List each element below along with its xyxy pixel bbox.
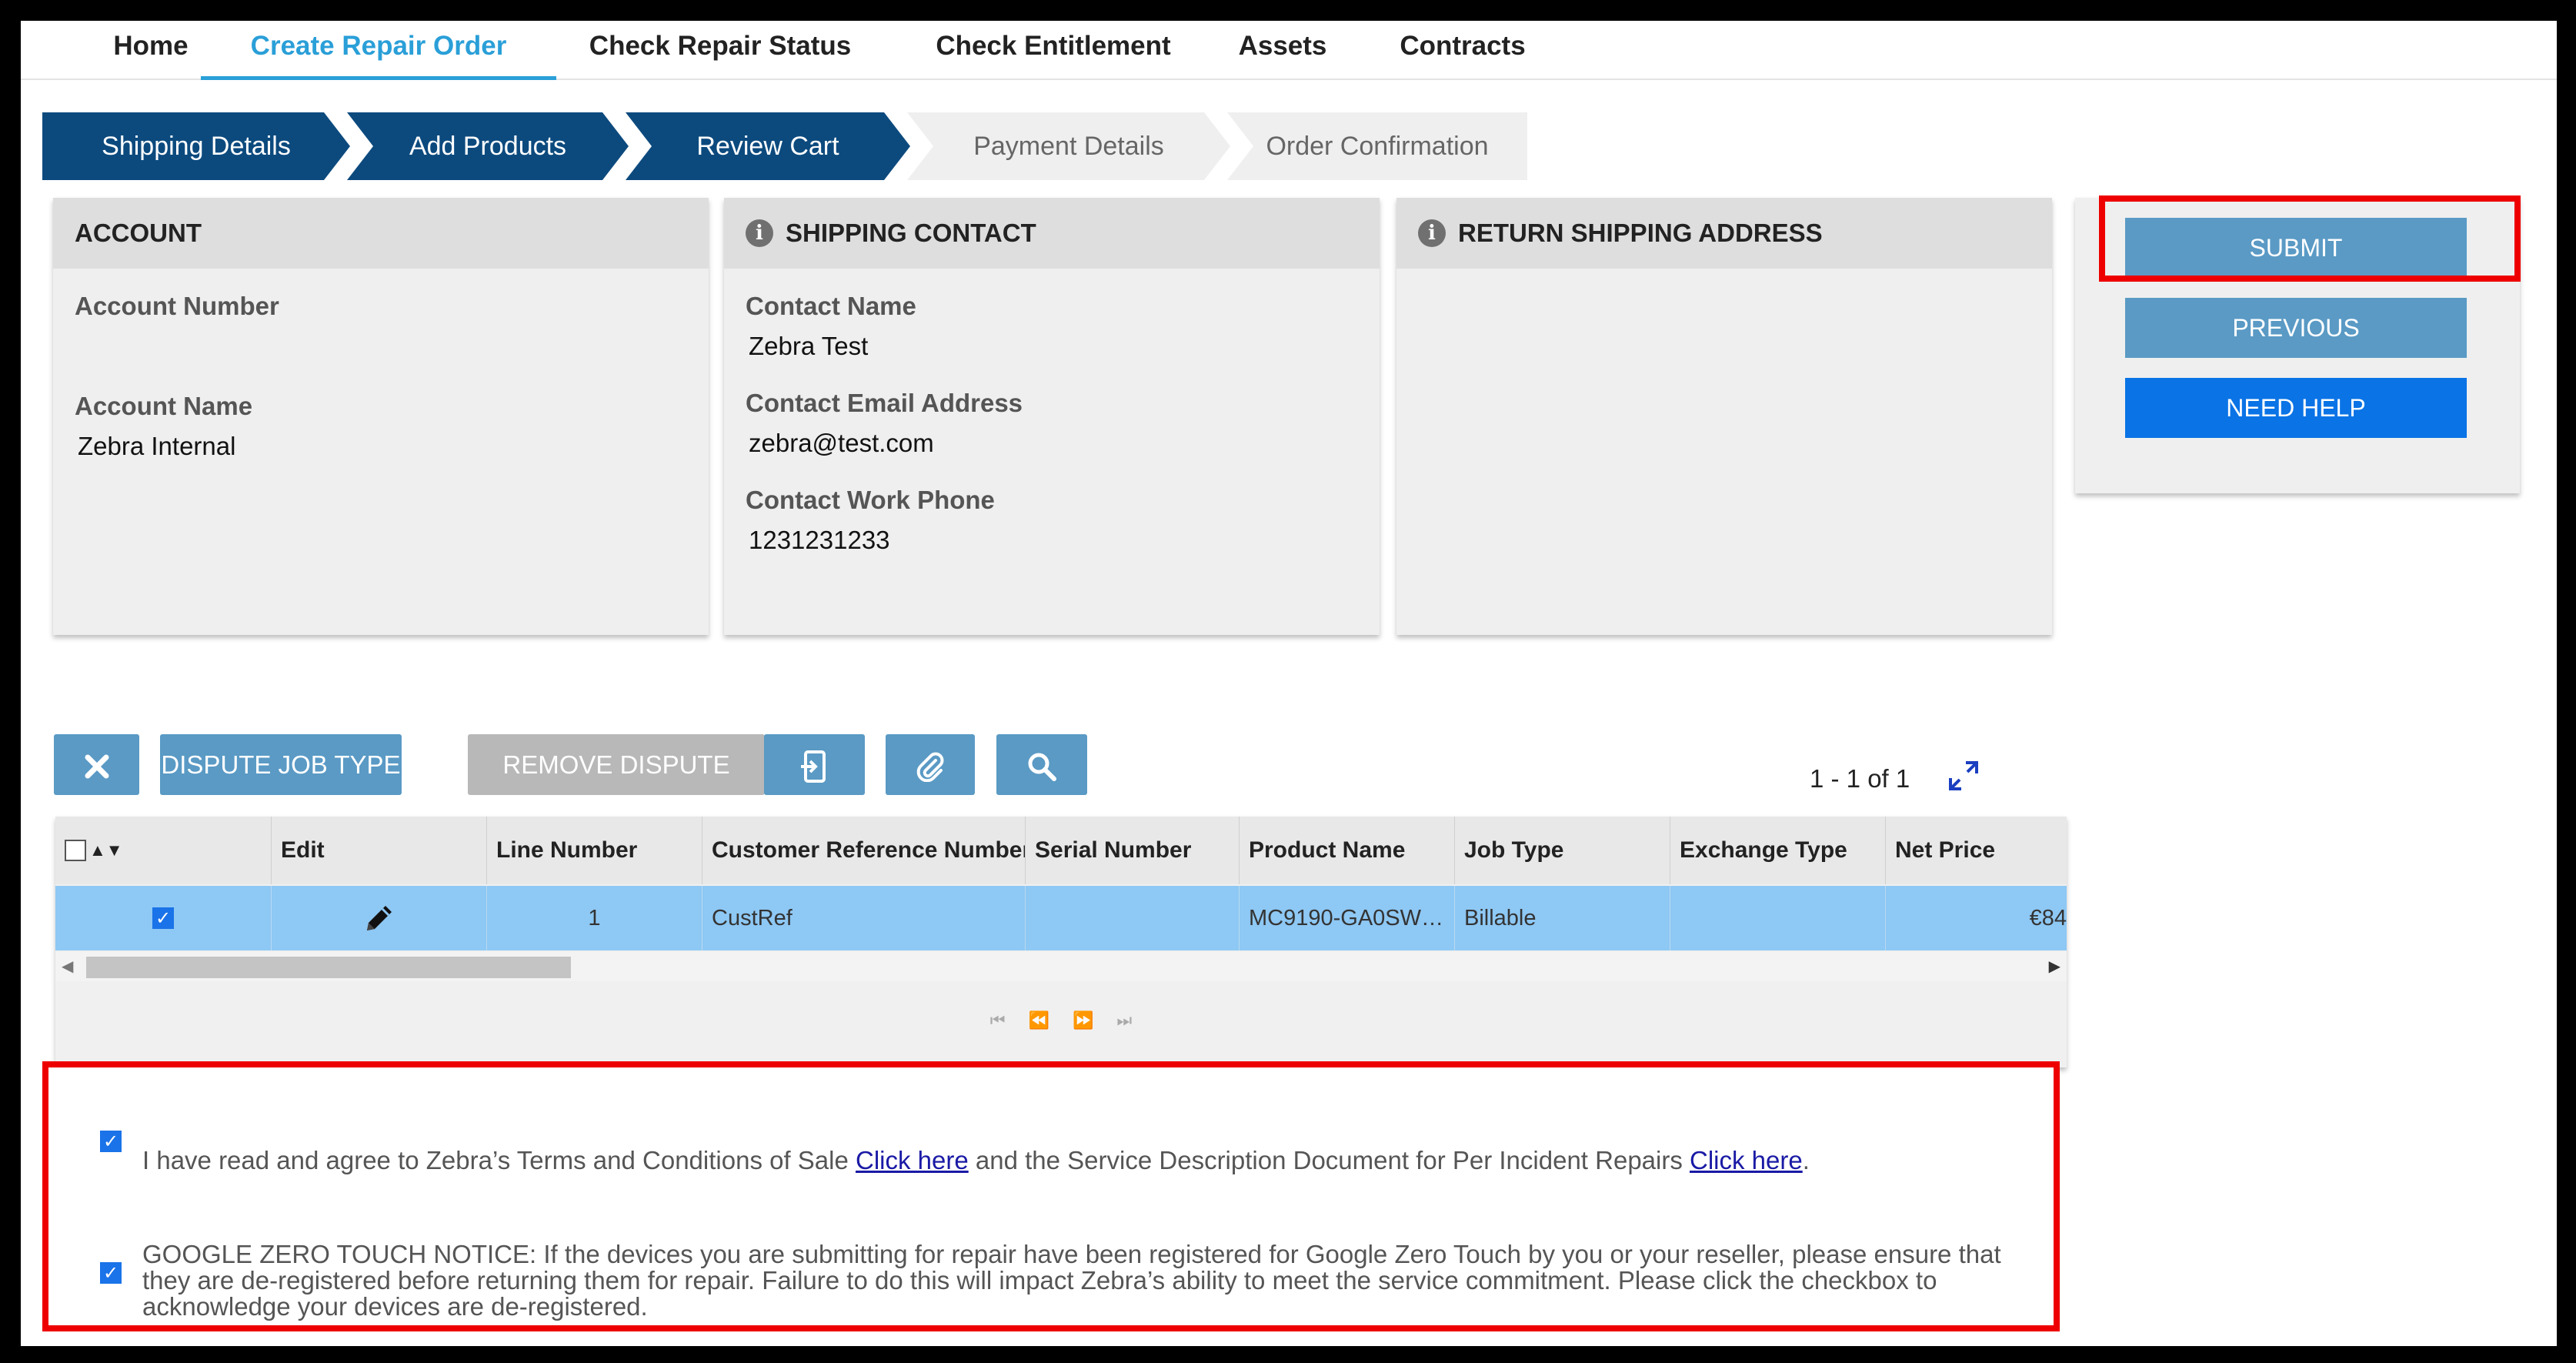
search-icon (1028, 753, 1056, 782)
account-panel-title: ACCOUNT (53, 198, 709, 269)
column-serial-number[interactable]: Serial Number (1026, 817, 1240, 884)
step-add-products[interactable]: Add Products (347, 112, 629, 180)
app-frame: Home Create Repair Order Check Repair St… (21, 21, 2557, 1346)
attachment-icon (916, 752, 944, 783)
column-exchange-type[interactable]: Exchange Type (1670, 817, 1886, 884)
contact-email-label: Contact Email Address (746, 389, 1023, 417)
account-number-value (78, 332, 709, 359)
select-all-header: ▲▼ (55, 817, 272, 884)
pager-count: 1 - 1 of 1 (1810, 764, 1910, 793)
line-items-table: ▲▼ Edit Line Number Customer Reference N… (55, 817, 2067, 1067)
column-net-price[interactable]: Net Price (1886, 817, 2067, 884)
column-job-type[interactable]: Job Type (1455, 817, 1670, 884)
row-customer-ref: CustRef (702, 886, 1026, 950)
attach-button[interactable] (886, 734, 975, 795)
top-nav: Home Create Repair Order Check Repair St… (21, 21, 2557, 80)
terms-text: I have read and agree to Zebra’s Terms a… (142, 1148, 2035, 1174)
table-row[interactable]: ✓ 1 CustRef MC9190-GA0SW… Billable €84 (55, 886, 2067, 950)
select-all-checkbox[interactable] (65, 840, 86, 861)
nav-check-entitlement[interactable]: Check Entitlement (901, 28, 1206, 76)
nav-contracts[interactable]: Contracts (1360, 28, 1566, 76)
row-edit-cell (272, 886, 487, 950)
dispute-job-type-button[interactable]: DISPUTE JOB TYPE (160, 734, 402, 795)
agreement-section: ✓ I have read and agree to Zebra’s Terms… (42, 1061, 2060, 1331)
row-line-number: 1 (487, 886, 702, 950)
previous-button[interactable]: PREVIOUS (2125, 298, 2467, 358)
search-button[interactable] (996, 734, 1087, 795)
row-serial-number (1026, 886, 1240, 950)
column-line-number[interactable]: Line Number (487, 817, 702, 884)
shipping-contact-panel: i SHIPPING CONTACT Contact Name Zebra Te… (724, 198, 1380, 635)
column-product-name[interactable]: Product Name (1240, 817, 1455, 884)
step-payment-details: Payment Details (907, 112, 1230, 180)
account-name-label: Account Name (75, 392, 253, 420)
terms-text-part-1: I have read and agree to Zebra’s Terms a… (142, 1146, 856, 1174)
google-zero-touch-checkbox[interactable]: ✓ (100, 1262, 122, 1284)
contact-name-value: Zebra Test (749, 332, 869, 360)
column-edit[interactable]: Edit (272, 817, 487, 884)
close-icon (85, 754, 108, 779)
step-order-confirmation: Order Confirmation (1227, 112, 1527, 180)
return-address-panel: i RETURN SHIPPING ADDRESS (1396, 198, 2052, 635)
info-icon[interactable]: i (746, 219, 773, 247)
row-net-price: €84 (2029, 905, 2067, 930)
scrollbar-thumb[interactable] (86, 957, 571, 978)
return-address-header: i RETURN SHIPPING ADDRESS (1396, 198, 2052, 269)
contact-name-label: Contact Name (746, 292, 916, 320)
pagination: ⏮ ⏪ ⏩ ⏭ (55, 994, 2067, 1047)
row-product-name: MC9190-GA0SW… (1240, 886, 1455, 950)
prev-page-icon[interactable]: ⏪ (1029, 1011, 1049, 1031)
pencil-icon[interactable] (362, 901, 396, 935)
column-customer-reference-number[interactable]: Customer Reference Number (702, 817, 1026, 884)
contact-phone-label: Contact Work Phone (746, 486, 995, 514)
next-page-icon[interactable]: ⏩ (1073, 1011, 1093, 1031)
google-zero-touch-notice: GOOGLE ZERO TOUCH NOTICE: If the devices… (142, 1240, 2001, 1321)
row-select-checkbox[interactable]: ✓ (152, 907, 174, 929)
step-shipping-details[interactable]: Shipping Details (42, 112, 350, 180)
account-panel: ACCOUNT Account Number Account Name Zebr… (53, 198, 709, 635)
nav-assets[interactable]: Assets (1206, 28, 1360, 76)
clear-selection-button[interactable] (54, 734, 139, 795)
terms-checkbox[interactable]: ✓ (100, 1131, 122, 1152)
need-help-button[interactable]: NEED HELP (2125, 378, 2467, 438)
remove-dispute-button[interactable]: REMOVE DISPUTE (468, 734, 765, 795)
terms-text-part-3: . (1802, 1146, 1810, 1174)
contact-phone-value: 1231231233 (749, 526, 890, 554)
row-exchange-type (1670, 886, 1886, 950)
first-page-icon[interactable]: ⏮ (990, 1011, 1006, 1031)
export-device-button[interactable] (764, 734, 865, 795)
sort-icon[interactable]: ▲▼ (89, 840, 123, 860)
return-address-title: RETURN SHIPPING ADDRESS (1458, 219, 1823, 247)
account-number-label: Account Number (75, 292, 279, 320)
terms-text-part-2: and the Service Description Document for… (968, 1146, 1690, 1174)
info-icon[interactable]: i (1418, 219, 1446, 247)
shipping-contact-title: SHIPPING CONTACT (786, 219, 1036, 247)
row-select-cell: ✓ (55, 886, 272, 950)
account-name-value: Zebra Internal (78, 432, 236, 460)
scroll-left-icon[interactable]: ◀ (62, 957, 73, 976)
horizontal-scrollbar[interactable]: ◀ ▶ (55, 952, 2067, 981)
expand-icon[interactable] (1947, 760, 1980, 792)
nav-create-repair-order[interactable]: Create Repair Order (201, 28, 556, 80)
nav-check-repair-status[interactable]: Check Repair Status (559, 28, 881, 76)
contact-email-value: zebra@test.com (749, 429, 934, 457)
device-export-icon (800, 750, 826, 783)
last-page-icon[interactable]: ⏭ (1116, 1011, 1132, 1031)
submit-highlight (2099, 195, 2521, 282)
shipping-contact-header: i SHIPPING CONTACT (724, 198, 1380, 269)
row-job-type: Billable (1455, 886, 1670, 950)
service-description-link[interactable]: Click here (1690, 1146, 1803, 1174)
scroll-right-icon[interactable]: ▶ (2049, 957, 2060, 976)
table-header: ▲▼ Edit Line Number Customer Reference N… (55, 817, 2067, 884)
terms-of-sale-link[interactable]: Click here (856, 1146, 969, 1174)
step-review-cart[interactable]: Review Cart (626, 112, 910, 180)
